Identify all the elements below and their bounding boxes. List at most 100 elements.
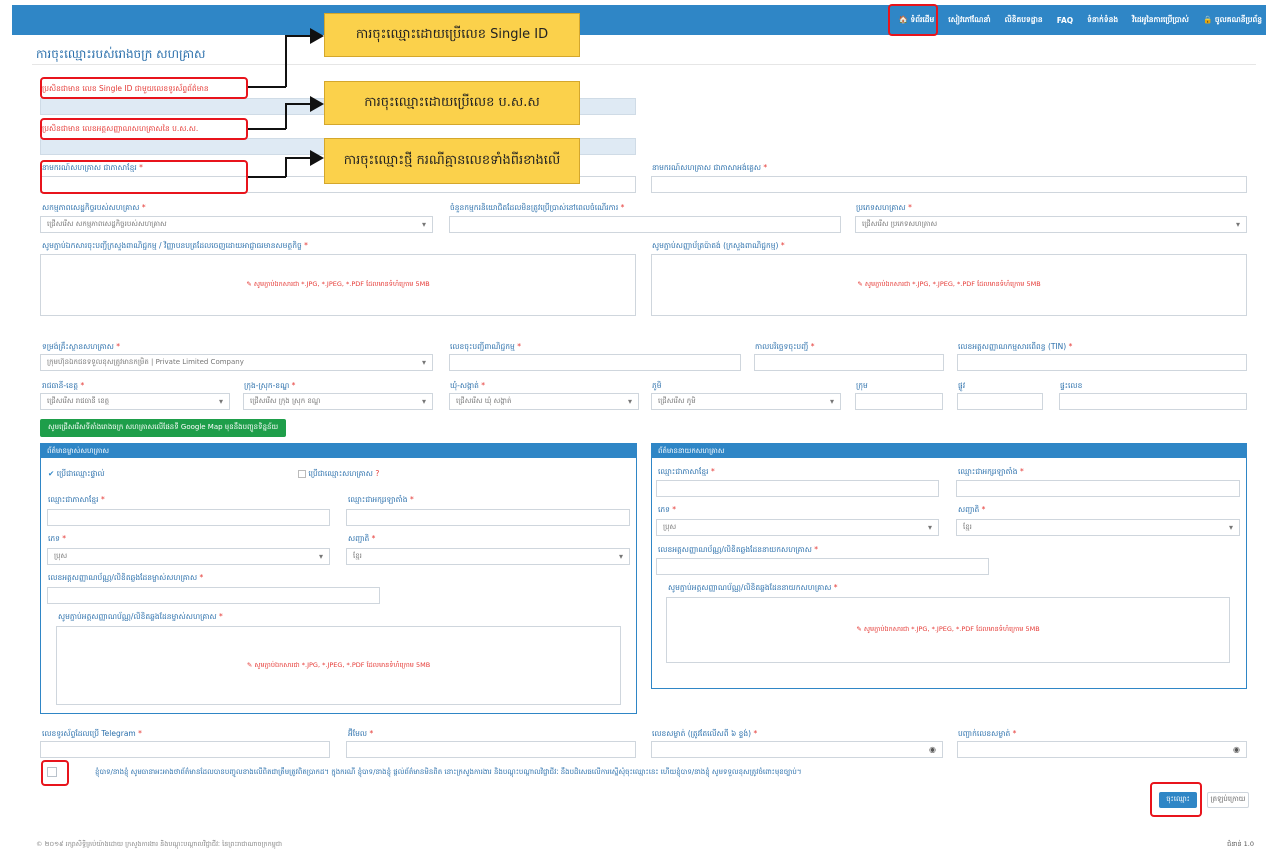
owner-id-input[interactable] xyxy=(47,587,380,604)
director-id-file-dropzone[interactable]: ✎ សូមភ្ជាប់ឯកសារជា *.JPG, *.JPEG, *.PDF … xyxy=(666,597,1230,663)
owner-sex-select[interactable]: ប្រុស xyxy=(47,548,330,565)
village-label: ភូមិ xyxy=(652,381,662,390)
footer-version: ជំនាន់ 1.0 xyxy=(1227,840,1254,848)
street-input[interactable] xyxy=(957,393,1043,410)
highlight-user-guide xyxy=(888,4,938,36)
commune-select[interactable]: ជ្រើសរើស ឃុំ សង្កាត់ xyxy=(449,393,639,410)
highlight-name-kh xyxy=(40,160,248,194)
owner-nationality-select[interactable]: ខ្មែរ xyxy=(346,548,630,565)
director-nationality-select[interactable]: ខ្មែរ xyxy=(956,519,1240,536)
nav-user-guide[interactable]: សៀវភៅណែនាំ xyxy=(948,15,990,26)
owner-id-file-dropzone[interactable]: ✎ សូមភ្ជាប់ឯកសារជា *.JPG, *.JPEG, *.PDF … xyxy=(56,626,621,705)
house-input[interactable] xyxy=(1059,393,1247,410)
back-button[interactable]: ត្រឡប់ក្រោយ xyxy=(1207,792,1249,808)
highlight-terms-checkbox xyxy=(41,760,69,786)
arrow-nssf xyxy=(310,96,324,112)
telegram-input[interactable] xyxy=(40,741,330,758)
owner-opt-personal[interactable]: ✔ ប្រើជាឈ្មោះផ្ទាល់ xyxy=(48,469,105,480)
district-select[interactable]: ជ្រើសរើស ក្រុង ស្រុក ខណ្ឌ xyxy=(243,393,433,410)
owner-opt-company[interactable]: ប្រើជាឈ្មោះសហគ្រាស ? xyxy=(298,469,379,480)
license-file-label: សូមភ្ជាប់ឯកសារចុះបញ្ជីក្រសួងពាណិជ្ជកម្ម … xyxy=(42,241,308,250)
group-input[interactable] xyxy=(855,393,943,410)
license-file-dropzone[interactable]: ✎ សូមភ្ជាប់ឯកសារជា *.JPG, *.JPEG, *.PDF … xyxy=(40,254,636,316)
email-input[interactable] xyxy=(346,741,636,758)
legal-form-select[interactable]: ក្រុមហ៊ុនឯកជនទទួលខុសត្រូវមានកម្រិត | Pri… xyxy=(40,354,433,371)
director-id-input[interactable] xyxy=(656,558,989,575)
terms-text: ខ្ញុំបាទ/នាងខ្ញុំ សូមធានាអះអាងថាព័ត៌មានដ… xyxy=(95,768,802,776)
director-id-file-label: សូមភ្ជាប់អត្តសញ្ញាណប័ណ្ណ/លិខិតឆ្លងដែននាយ… xyxy=(668,583,838,592)
district-label: ក្រុង-ស្រុក-ខណ្ឌ * xyxy=(244,381,296,390)
reg-no-label: លេខចុះបញ្ជីពាណិជ្ជកម្ម * xyxy=(450,342,521,351)
callout-new-registration: ការចុះឈ្មោះថ្មី ករណីគ្មានលេខទាំងពីរខាងលើ xyxy=(324,138,580,184)
nav-contact[interactable]: ទំនាក់ទំនង xyxy=(1087,15,1118,26)
legal-form-label: ទម្រង់គ្រឹះស្ថានសហគ្រាស * xyxy=(42,342,121,351)
commune-label: ឃុំ-សង្កាត់ * xyxy=(450,381,486,390)
tin-label: លេខអត្តសញ្ញាណកម្មសារពើពន្ធ (TIN) * xyxy=(958,342,1073,351)
connector-v1 xyxy=(285,35,287,87)
director-name-kh-input[interactable] xyxy=(656,480,939,497)
patent-file-label: សូមភ្ជាប់សញ្ញាប័ត្រប៉ាតង់ (ក្រសួងពាណិជ្ជ… xyxy=(652,241,785,250)
owner-id-label: លេខអត្តសញ្ញាណប័ណ្ណ/លិខិតឆ្លងដែនម្ចាស់សហគ… xyxy=(48,573,204,582)
arrow-single-id xyxy=(310,28,324,44)
show-password-icon[interactable]: ◉ xyxy=(929,745,936,754)
footer-copyright: © ២០១៩ រក្សាសិទ្ធិគ្រប់យ៉ាងដោយ ក្រសួងការ… xyxy=(36,840,283,848)
connector-h3b xyxy=(285,157,313,159)
house-label: ផ្ទះលេខ xyxy=(1060,381,1083,390)
director-sex-select[interactable]: ប្រុស xyxy=(656,519,939,536)
owner-panel-title: ព័ត៌មានម្ចាស់សហគ្រាស xyxy=(41,444,636,458)
callout-single-id: ការចុះឈ្មោះដោយប្រើលេខ Single ID xyxy=(324,13,580,57)
connector-h3 xyxy=(248,176,286,178)
province-label: រាជធានី-ខេត្ត * xyxy=(42,381,85,390)
nav-regulations[interactable]: លិខិតបទដ្ឋាន xyxy=(1005,15,1043,26)
connector-h2b xyxy=(285,103,313,105)
province-select[interactable]: ជ្រើសរើស រាជធានី ខេត្ត xyxy=(40,393,230,410)
top-navbar: 🏠 ទំព័រដើម សៀវភៅណែនាំ លិខិតបទដ្ឋាន FAQ ទ… xyxy=(12,5,1266,35)
main-nav: 🏠 ទំព័រដើម សៀវភៅណែនាំ លិខិតបទដ្ឋាន FAQ ទ… xyxy=(899,5,1263,35)
arrow-new-registration xyxy=(310,150,324,166)
connector-h1b xyxy=(285,35,313,37)
connector-h1 xyxy=(248,86,286,88)
nav-tutorial-videos[interactable]: វិដេអូនៃការប្រើប្រាស់ xyxy=(1132,15,1189,26)
director-name-latin-input[interactable] xyxy=(956,480,1240,497)
highlight-nssf-id xyxy=(40,118,248,140)
highlight-single-id xyxy=(40,77,248,99)
page-title: ការចុះឈ្មោះរបស់រោងចក្រ សហគ្រាស xyxy=(36,47,206,61)
reg-date-input[interactable] xyxy=(754,354,944,371)
owner-name-kh-input[interactable] xyxy=(47,509,330,526)
tin-input[interactable] xyxy=(957,354,1247,371)
email-label: អ៊ីមែល * xyxy=(348,729,374,738)
password-input[interactable]: ◉ xyxy=(651,741,943,758)
name-en-input[interactable] xyxy=(651,176,1247,193)
ent-type-label: ប្រភេទសហគ្រាស * xyxy=(856,203,912,212)
confirm-password-input[interactable]: ◉ xyxy=(957,741,1247,758)
reg-no-input[interactable] xyxy=(449,354,741,371)
owner-name-latin-input[interactable] xyxy=(346,509,630,526)
workers-label: ចំនួនកម្មករនិយោជិតដែលមិនត្រូវប្រើប្រាស់ន… xyxy=(450,203,625,212)
village-select[interactable]: ជ្រើសរើស ភូមិ xyxy=(651,393,841,410)
activity-select[interactable]: ជ្រើសរើស សកម្មភាពសេដ្ឋកិច្ចរបស់សហគ្រាស xyxy=(40,216,433,233)
street-label: ផ្លូវ xyxy=(958,381,966,390)
owner-nationality-label: សញ្ជាតិ * xyxy=(348,534,376,543)
owner-name-latin-label: ឈ្មោះជាអក្សរឡាតាំង * xyxy=(348,495,414,504)
director-nationality-label: សញ្ជាតិ * xyxy=(958,505,986,514)
google-map-button[interactable]: សូមជ្រើសរើសទីតាំងរោងចក្រ សហគ្រាសលើផែនទី … xyxy=(40,419,287,437)
group-label: ក្រុម xyxy=(856,381,868,390)
confirm-password-label: បញ្ជាក់លេខសម្ងាត់ * xyxy=(958,729,1017,738)
telegram-label: លេខទូរស័ព្ទដែលប្រើ Telegram * xyxy=(42,729,142,738)
show-confirm-password-icon[interactable]: ◉ xyxy=(1233,745,1240,754)
director-name-kh-label: ឈ្មោះជាភាសាខ្មែរ * xyxy=(658,467,715,476)
connector-v2 xyxy=(285,103,287,129)
connector-v3 xyxy=(285,157,287,177)
reg-date-label: កាលបរិច្ឆេទចុះបញ្ជី * xyxy=(755,342,815,351)
director-name-latin-label: ឈ្មោះជាអក្សរឡាតាំង * xyxy=(958,467,1024,476)
owner-sex-label: ភេទ * xyxy=(48,534,67,543)
title-divider xyxy=(32,64,1256,65)
password-label: លេខសម្ងាត់ (ត្រូវតែលើសពី ៦ ខ្ទង់) * xyxy=(652,729,758,738)
patent-file-dropzone[interactable]: ✎ សូមភ្ជាប់ឯកសារជា *.JPG, *.JPEG, *.PDF … xyxy=(651,254,1247,316)
ent-type-select[interactable]: ជ្រើសរើស ប្រភេទសហគ្រាស xyxy=(855,216,1247,233)
nav-login[interactable]: 🔒 ចូលគណនីប្រព័ន្ធ xyxy=(1203,15,1262,26)
connector-h2 xyxy=(248,128,286,130)
nav-faq[interactable]: FAQ xyxy=(1057,16,1073,25)
callout-nssf: ការចុះឈ្មោះដោយប្រើលេខ ប.ស.ស xyxy=(324,81,580,125)
workers-input[interactable] xyxy=(449,216,841,233)
